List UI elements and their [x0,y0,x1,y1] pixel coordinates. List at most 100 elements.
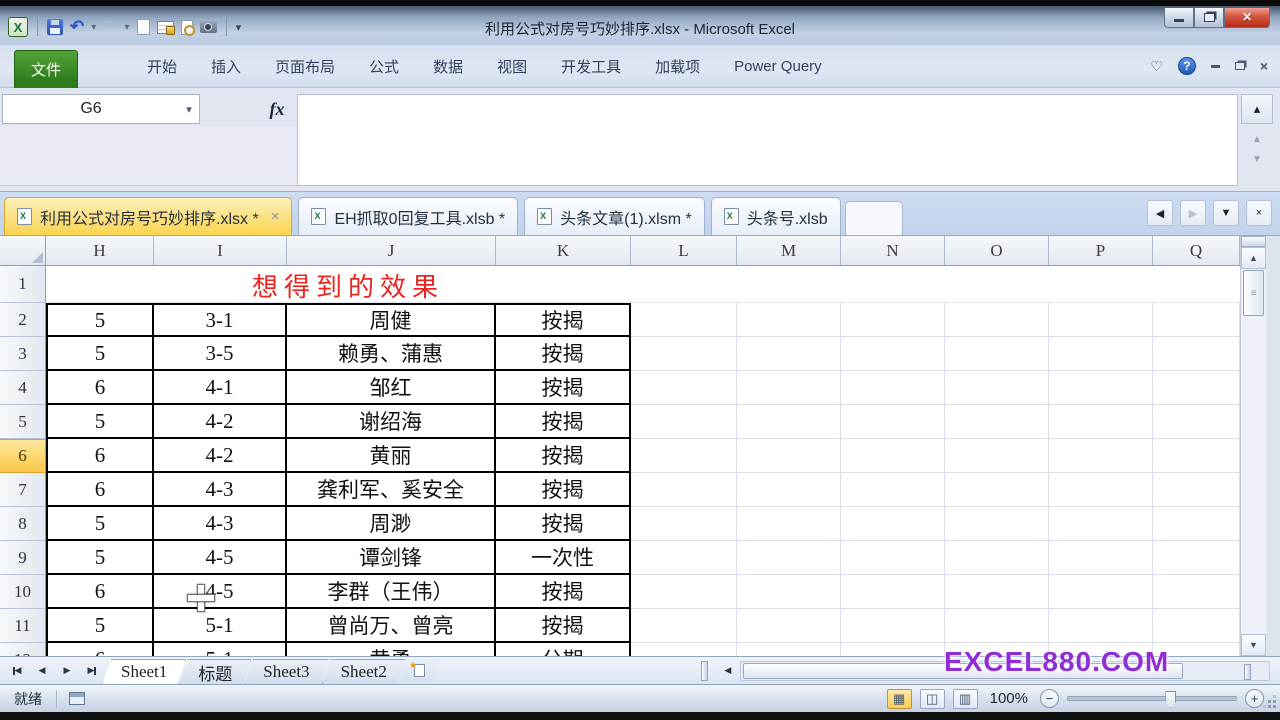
cell-P4[interactable] [1049,371,1153,405]
cell-H4[interactable]: 6 [46,371,154,405]
ribbon-tab-页面布局[interactable]: 页面布局 [258,45,352,87]
cell-H1[interactable] [46,266,154,303]
row-header-11[interactable]: 11 [0,609,46,643]
cell-Q1[interactable] [1153,266,1240,303]
view-normal-button[interactable]: ▦ [887,689,912,709]
cell-H6[interactable]: 6 [46,439,154,473]
cell-I5[interactable]: 4-2 [154,405,287,439]
cell-H2[interactable]: 5 [46,303,154,337]
formula-bar-scroll-up-icon[interactable] [1246,130,1268,148]
cell-I8[interactable]: 4-3 [154,507,287,541]
cell-P6[interactable] [1049,439,1153,473]
cell-J4[interactable]: 邹红 [287,371,496,405]
cell-Q10[interactable] [1153,575,1240,609]
cell-O4[interactable] [945,371,1049,405]
row-header-5[interactable]: 5 [0,405,46,439]
cell-N11[interactable] [841,609,945,643]
cell-M12[interactable] [737,643,841,656]
cell-I12[interactable]: 5-1 [154,643,287,656]
cell-P10[interactable] [1049,575,1153,609]
cell-L2[interactable] [631,303,737,337]
cell-L9[interactable] [631,541,737,575]
ribbon-tab-Power Query[interactable]: Power Query [717,45,839,87]
first-sheet-button[interactable]: ◀ [6,661,28,681]
cell-O7[interactable] [945,473,1049,507]
document-tab-4[interactable]: 头条号.xlsb [711,197,841,235]
cell-M3[interactable] [737,337,841,371]
row-header-3[interactable]: 3 [0,337,46,371]
cell-H8[interactable]: 5 [46,507,154,541]
cell-K3[interactable]: 按揭 [496,337,631,371]
cell-P9[interactable] [1049,541,1153,575]
tab-close-button[interactable]: × [1246,200,1272,226]
cell-K9[interactable]: 一次性 [496,541,631,575]
cell-I7[interactable]: 4-3 [154,473,287,507]
resize-grip[interactable] [1263,695,1277,709]
document-tab-3[interactable]: 头条文章(1).xlsm * [524,197,705,235]
cell-M5[interactable] [737,405,841,439]
redo-dropdown-icon[interactable] [125,22,130,33]
cell-O11[interactable] [945,609,1049,643]
cell-I3[interactable]: 3-5 [154,337,287,371]
cell-M4[interactable] [737,371,841,405]
select-all-corner[interactable] [0,236,46,266]
vertical-split-handle[interactable] [1241,236,1266,247]
cell-M1[interactable] [737,266,841,303]
restore-button[interactable] [1194,8,1224,28]
column-header-L[interactable]: L [631,236,737,266]
tab-splitter-handle[interactable] [701,661,708,681]
last-sheet-button[interactable]: ▶ [81,661,103,681]
zoom-in-button[interactable]: + [1245,689,1264,708]
cell-N6[interactable] [841,439,945,473]
cell-M7[interactable] [737,473,841,507]
cell-O3[interactable] [945,337,1049,371]
column-header-N[interactable]: N [841,236,945,266]
cell-N8[interactable] [841,507,945,541]
vertical-scrollbar[interactable]: ▲ ≡ ▼ [1240,236,1266,656]
cell-N5[interactable] [841,405,945,439]
undo-icon[interactable] [70,17,84,37]
print-preview-icon[interactable] [181,20,193,35]
cell-K10[interactable]: 按揭 [496,575,631,609]
cell-I2[interactable]: 3-1 [154,303,287,337]
cell-P11[interactable] [1049,609,1153,643]
column-header-M[interactable]: M [737,236,841,266]
cell-H5[interactable]: 5 [46,405,154,439]
cell-M9[interactable] [737,541,841,575]
cell-M10[interactable] [737,575,841,609]
close-button[interactable] [1224,8,1270,28]
cell-J9[interactable]: 谭剑锋 [287,541,496,575]
document-tab-empty[interactable] [845,201,903,235]
close-tab-icon[interactable]: × [271,208,280,225]
favorite-icon[interactable] [1150,58,1163,75]
column-header-J[interactable]: J [287,236,496,266]
cell-O9[interactable] [945,541,1049,575]
macro-record-icon[interactable] [69,692,85,705]
column-header-P[interactable]: P [1049,236,1153,266]
ribbon-close-icon[interactable] [1260,58,1268,74]
minimize-button[interactable] [1164,8,1194,28]
cell-N1[interactable] [841,266,945,303]
cell-Q7[interactable] [1153,473,1240,507]
undo-dropdown-icon[interactable] [91,22,96,33]
cell-Q5[interactable] [1153,405,1240,439]
insert-function-button[interactable]: fx [258,96,296,122]
cell-N4[interactable] [841,371,945,405]
zoom-out-button[interactable]: − [1040,689,1059,708]
cell-N3[interactable] [841,337,945,371]
cell-K11[interactable]: 按揭 [496,609,631,643]
row-header-9[interactable]: 9 [0,541,46,575]
cell-M8[interactable] [737,507,841,541]
tab-scroll-right-button[interactable]: ▶ [1180,200,1206,226]
cell-Q3[interactable] [1153,337,1240,371]
row-header-2[interactable]: 2 [0,303,46,337]
name-box-dropdown-icon[interactable] [179,95,199,123]
row-header-8[interactable]: 8 [0,507,46,541]
cell-K1[interactable] [496,266,631,303]
document-tab-1[interactable]: 利用公式对房号巧妙排序.xlsx *× [4,197,292,235]
cell-L10[interactable] [631,575,737,609]
ribbon-tab-视图[interactable]: 视图 [480,45,544,87]
cell-J6[interactable]: 黄丽 [287,439,496,473]
row-header-1[interactable]: 1 [0,266,46,303]
cell-L5[interactable] [631,405,737,439]
